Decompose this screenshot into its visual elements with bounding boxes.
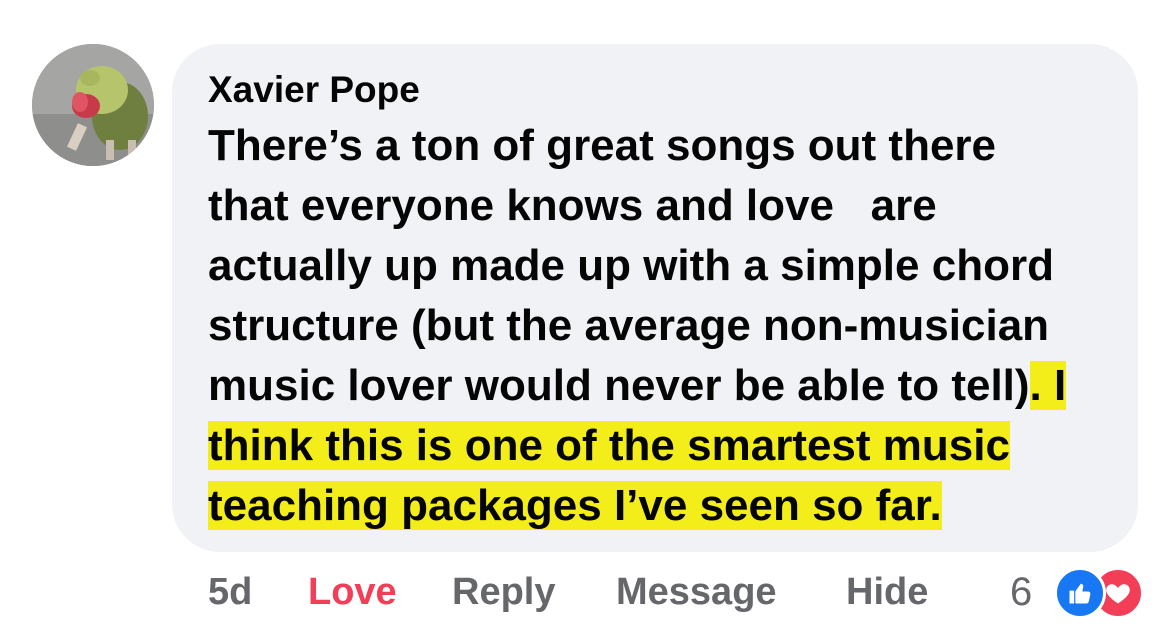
highlighted-text: think this is one of the smartest music (208, 421, 1010, 470)
comment-line-5: music lover would never be able to tell)… (208, 357, 1067, 415)
reaction-count[interactable]: 6 (1010, 566, 1032, 618)
comment-author[interactable]: Xavier Pope (208, 66, 420, 114)
highlighted-text: . I (1029, 361, 1067, 410)
comment-text: that everyone knows and love are (208, 181, 937, 230)
avatar-dog-image (32, 44, 154, 166)
comment-line-6: think this is one of the smartest music (208, 417, 1010, 475)
avatar[interactable] (32, 44, 154, 166)
reaction-summary[interactable] (1054, 567, 1158, 619)
comment-text: actually up made up with a simple chord (208, 241, 1054, 290)
comment-line-1: There’s a ton of great songs out there (208, 117, 996, 175)
message-button[interactable]: Message (616, 566, 777, 618)
like-icon (1054, 567, 1106, 619)
comment-text: There’s a ton of great songs out there (208, 121, 997, 170)
highlighted-text: teaching packages I’ve seen so far. (208, 481, 942, 530)
comment-line-4: structure (but the average non-musician (208, 297, 1049, 355)
comment-container: Xavier Pope There’s a ton of great songs… (0, 0, 1172, 637)
comment-line-7: teaching packages I’ve seen so far. (208, 477, 942, 535)
hide-button[interactable]: Hide (846, 566, 928, 618)
comment-line-3: actually up made up with a simple chord (208, 237, 1054, 295)
timestamp[interactable]: 5d (208, 566, 252, 618)
comment-line-2: that everyone knows and love are (208, 177, 937, 235)
love-button[interactable]: Love (308, 566, 397, 618)
comment-text: structure (but the average non-musician (208, 301, 1050, 350)
reply-button[interactable]: Reply (452, 566, 555, 618)
comment-text: music lover would never be able to tell) (208, 361, 1030, 410)
